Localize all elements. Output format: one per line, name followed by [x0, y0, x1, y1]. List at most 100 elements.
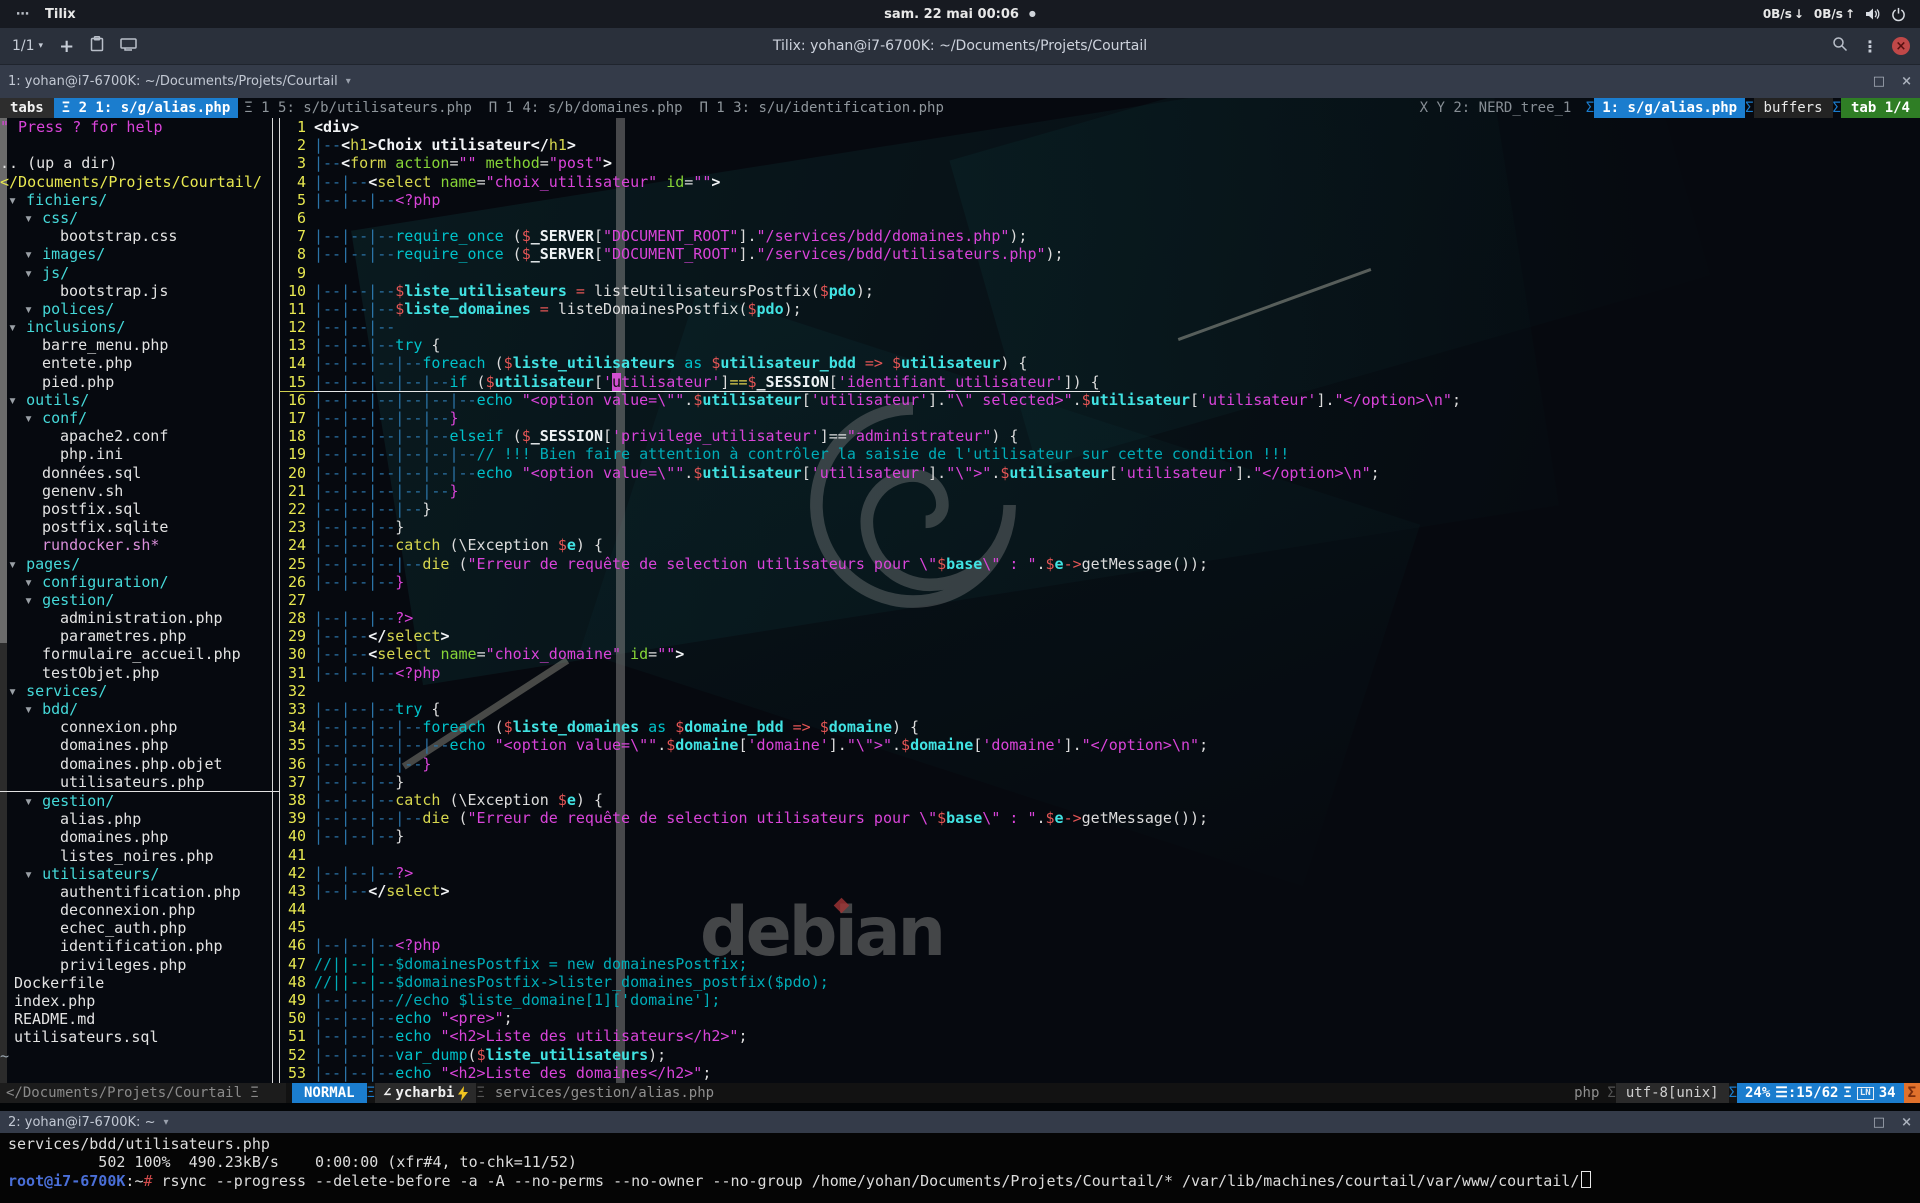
tree-item[interactable]: .. (up a dir): [0, 154, 280, 172]
tree-item[interactable]: parametres.php: [0, 627, 280, 645]
tree-item[interactable]: utilisateurs.sql: [0, 1028, 280, 1046]
tree-item[interactable]: postfix.sql: [0, 500, 280, 518]
tree-item[interactable]: privileges.php: [0, 956, 280, 974]
code-line[interactable]: 27: [280, 591, 1920, 609]
pane1-maximize-button[interactable]: □: [1873, 74, 1885, 89]
code-line[interactable]: 26 |--|--|--}: [280, 573, 1920, 591]
tabline-active-buffer[interactable]: Ξ 2 1: s/g/alias.php: [53, 98, 239, 118]
tree-item[interactable]: ▾ bdd/: [0, 700, 280, 718]
code-line[interactable]: 37 |--|--|--}: [280, 773, 1920, 791]
code-line[interactable]: 22 |--|--|--|--}: [280, 500, 1920, 518]
chevron-down-icon[interactable]: ▾: [346, 76, 351, 87]
tree-expand-arrow-icon[interactable]: ▾: [8, 318, 26, 336]
tree-item[interactable]: rundocker.sh*: [0, 536, 280, 554]
code-line[interactable]: 24 |--|--|--catch (\Exception $e) {: [280, 536, 1920, 554]
tree-item[interactable]: authentification.php: [0, 883, 280, 901]
code-line[interactable]: 20 |--|--|--|--|--|--echo "<option value=…: [280, 464, 1920, 482]
tree-expand-arrow-icon[interactable]: ▾: [8, 391, 26, 409]
tree-item[interactable]: ▾ js/: [0, 264, 280, 282]
terminal-2-shell[interactable]: services/bdd/utilisateurs.php 502 100% 4…: [0, 1133, 1920, 1203]
code-line[interactable]: 10 |--|--|--$liste_utilisateurs = listeUt…: [280, 282, 1920, 300]
nerdtree-sidebar[interactable]: " Press ? for help .. (up a dir) </Documen…: [0, 118, 280, 1083]
code-line[interactable]: 14 |--|--|--|--foreach ($liste_utilisateu…: [280, 354, 1920, 372]
clock-menu[interactable]: sam. 22 mai 00:06 ●: [0, 7, 1920, 22]
tree-expand-arrow-icon[interactable]: ▾: [24, 209, 42, 227]
tree-expand-arrow-icon[interactable]: ▾: [8, 191, 26, 209]
code-line[interactable]: 48//||--|--$domainesPostfix->lister_doma…: [280, 973, 1920, 991]
tree-item[interactable]: bootstrap.css: [0, 227, 280, 245]
tree-item[interactable]: apache2.conf: [0, 427, 280, 445]
tree-item[interactable]: barre_menu.php: [0, 336, 280, 354]
tree-item[interactable]: echec_auth.php: [0, 919, 280, 937]
code-line[interactable]: 52 |--|--|--var_dump($liste_utilisateurs)…: [280, 1046, 1920, 1064]
code-line[interactable]: 36 |--|--|--|--}: [280, 755, 1920, 773]
pane1-close-button[interactable]: ×: [1901, 74, 1912, 89]
code-line[interactable]: 19 |--|--|--|--|--|--// !!! Bien faire at…: [280, 445, 1920, 463]
code-line[interactable]: 21 |--|--|--|--|--}: [280, 482, 1920, 500]
code-line[interactable]: 51 |--|--|--echo "<h2>Liste des utilisate…: [280, 1027, 1920, 1045]
tree-item[interactable]: deconnexion.php: [0, 901, 280, 919]
code-line[interactable]: 34 |--|--|--|--foreach ($liste_domaines a…: [280, 718, 1920, 736]
tree-item[interactable]: données.sql: [0, 464, 280, 482]
session-switcher[interactable]: 1/1 ▾: [12, 38, 43, 54]
code-line[interactable]: 40 |--|--|--}: [280, 827, 1920, 845]
code-line[interactable]: 25 |--|--|--|--die ("Erreur de requête de…: [280, 555, 1920, 573]
tree-item[interactable]: administration.php: [0, 609, 280, 627]
tree-item[interactable]: ▾ inclusions/: [0, 318, 280, 336]
tree-item[interactable]: Dockerfile: [0, 974, 280, 992]
tree-item[interactable]: domaines.php.objet: [0, 755, 280, 773]
code-line[interactable]: 3 |--<form action="" method="post">: [280, 154, 1920, 172]
code-line[interactable]: 17 |--|--|--|--|--}: [280, 409, 1920, 427]
pane2-close-button[interactable]: ×: [1901, 1115, 1912, 1130]
code-line[interactable]: 50 |--|--|--echo "<pre>";: [280, 1009, 1920, 1027]
tree-item[interactable]: formulaire_accueil.php: [0, 645, 280, 663]
pane2-titlebar[interactable]: 2: yohan@i7-6700K: ~ ▾ □ ×: [0, 1111, 1920, 1133]
code-line[interactable]: 38 |--|--|--catch (\Exception $e) {: [280, 791, 1920, 809]
code-line[interactable]: 41: [280, 846, 1920, 864]
pane2-maximize-button[interactable]: □: [1873, 1115, 1885, 1130]
tree-expand-arrow-icon[interactable]: ▾: [8, 555, 26, 573]
tree-item[interactable]: bootstrap.js: [0, 282, 280, 300]
code-line[interactable]: 28 |--|--|--?>: [280, 609, 1920, 627]
code-line[interactable]: 9: [280, 264, 1920, 282]
code-line[interactable]: 32: [280, 682, 1920, 700]
vim-code-window[interactable]: 1 <div> 2 |--<h1>Choix utilisateur</h1> 3 |--…: [280, 118, 1920, 1083]
tree-item[interactable]: pied.php: [0, 373, 280, 391]
tree-item[interactable]: ▾ gestion/: [0, 792, 280, 810]
code-line[interactable]: 7 |--|--|--require_once ($_SERVER["DOCUME…: [280, 227, 1920, 245]
chevron-down-icon[interactable]: ▾: [163, 1117, 168, 1128]
search-icon[interactable]: [1832, 36, 1848, 56]
new-terminal-button[interactable]: +: [59, 36, 74, 57]
tree-expand-arrow-icon[interactable]: ▾: [24, 573, 42, 591]
code-line[interactable]: 31 |--|--|--<?php: [280, 664, 1920, 682]
terminal-1-vim[interactable]: debian tabs Ξ 2 1: s/g/alias.php Ξ 1 5: …: [0, 98, 1920, 1111]
menu-kebab-icon[interactable]: ⋮: [1862, 37, 1878, 56]
code-line[interactable]: 42 |--|--|--?>: [280, 864, 1920, 882]
tree-item[interactable]: ▾ utilisateurs/: [0, 865, 280, 883]
tree-item[interactable]: ▾ polices/: [0, 300, 280, 318]
tabline-other-buffers[interactable]: Ξ 1 5: s/b/utilisateurs.php Π 1 4: s/b/d…: [238, 98, 950, 118]
code-line[interactable]: 43 |--|--</select>: [280, 882, 1920, 900]
tree-item[interactable]: ~: [0, 1047, 280, 1065]
code-line[interactable]: 8 |--|--|--require_once ($_SERVER["DOCUME…: [280, 245, 1920, 263]
code-line[interactable]: 11 |--|--|--$liste_domaines = listeDomain…: [280, 300, 1920, 318]
tree-expand-arrow-icon[interactable]: ▾: [24, 865, 42, 883]
advanced-paste-icon[interactable]: [120, 37, 137, 55]
code-line[interactable]: 16 |--|--|--|--|--|--echo "<option value=…: [280, 391, 1920, 409]
code-line[interactable]: 45: [280, 918, 1920, 936]
tabline-current-file[interactable]: 1: s/g/alias.php: [1594, 98, 1746, 118]
code-line[interactable]: 35 |--|--|--|--|--echo "<option value=\""…: [280, 736, 1920, 754]
tree-item[interactable]: ▾ services/: [0, 682, 280, 700]
tree-item[interactable]: ▾ fichiers/: [0, 191, 280, 209]
code-line[interactable]: 23 |--|--|--}: [280, 518, 1920, 536]
vim-command-line[interactable]: [0, 1103, 1920, 1111]
code-line[interactable]: 13 |--|--|--try {: [280, 336, 1920, 354]
tree-item[interactable]: postfix.sqlite: [0, 518, 280, 536]
tree-item[interactable]: php.ini: [0, 445, 280, 463]
code-line[interactable]: 39 |--|--|--|--die ("Erreur de requête de…: [280, 809, 1920, 827]
tabline-nerdtree-buffer[interactable]: X Y 2: NERD_tree_1: [1414, 98, 1586, 118]
code-line[interactable]: 53 |--|--|--echo "<h2>Liste des domaines<…: [280, 1064, 1920, 1082]
tree-expand-arrow-icon[interactable]: ▾: [24, 264, 42, 282]
tree-item[interactable]: listes_noires.php: [0, 847, 280, 865]
tree-item[interactable]: [0, 136, 280, 154]
